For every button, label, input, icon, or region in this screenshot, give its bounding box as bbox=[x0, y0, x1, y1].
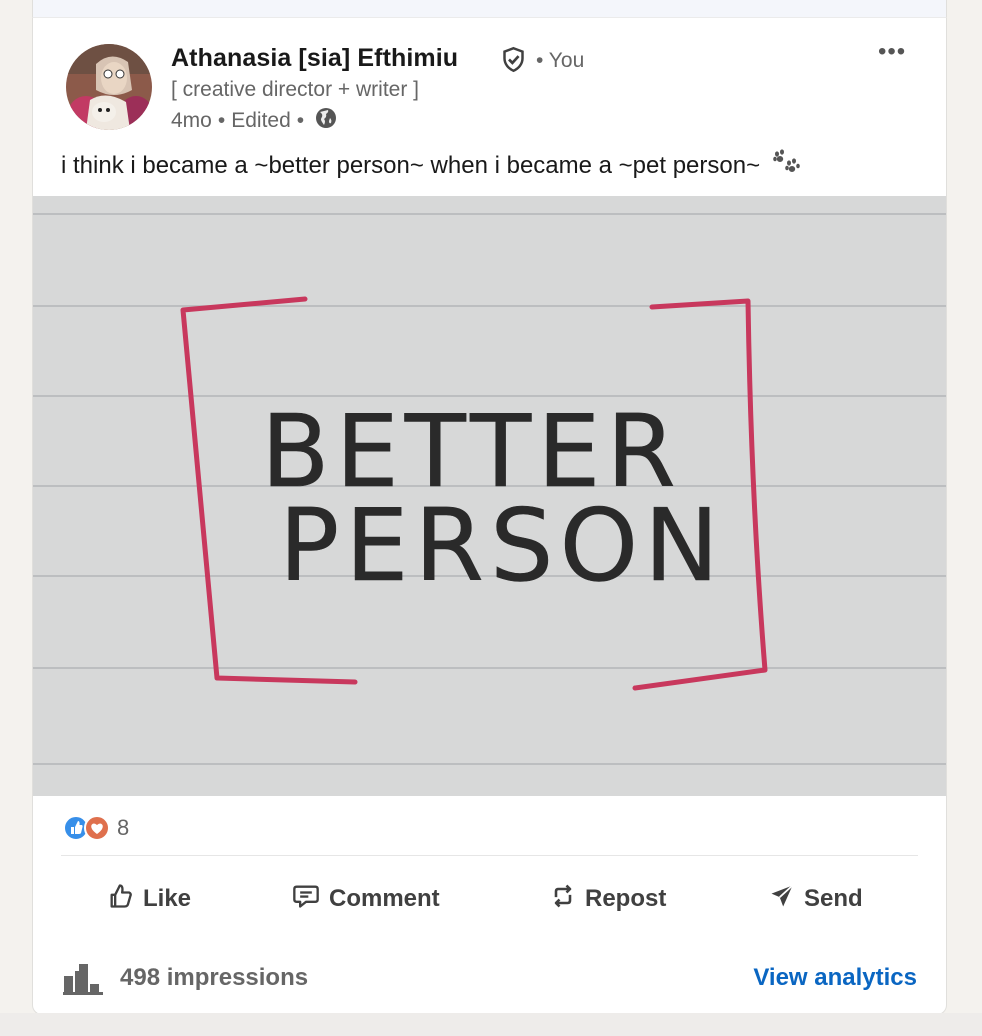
impressions-count: 498 impressions bbox=[120, 964, 309, 991]
comment-label: Comment bbox=[329, 885, 440, 912]
post-image[interactable]: BETTER PERSON bbox=[33, 196, 946, 796]
reaction-count: 8 bbox=[117, 815, 130, 840]
paw-prints-icon bbox=[771, 149, 801, 182]
globe-icon bbox=[314, 106, 338, 136]
like-button[interactable]: Like bbox=[107, 870, 191, 928]
reactions-summary[interactable]: 8 bbox=[63, 815, 129, 841]
repost-icon bbox=[549, 882, 577, 917]
repost-button[interactable]: Repost bbox=[549, 870, 666, 928]
you-label: • You bbox=[536, 49, 585, 72]
send-arrow-icon bbox=[768, 882, 796, 917]
author-headline: [ creative director + writer ] bbox=[171, 78, 419, 101]
meta-separator: • bbox=[296, 109, 305, 132]
meta-separator: • bbox=[217, 109, 226, 132]
thumbs-up-icon bbox=[107, 882, 135, 917]
author-name[interactable]: Athanasia [sia] Efthimiu bbox=[171, 44, 458, 73]
view-analytics-link[interactable]: View analytics bbox=[753, 964, 917, 992]
send-button[interactable]: Send bbox=[768, 870, 863, 928]
previous-card-edge bbox=[32, 0, 947, 17]
action-bar: Like Comment Repost Send bbox=[33, 870, 946, 928]
like-label: Like bbox=[143, 885, 192, 912]
more-options-button[interactable]: ••• bbox=[878, 38, 906, 66]
comment-button[interactable]: Comment bbox=[291, 870, 440, 928]
analytics-bar-chart-icon bbox=[63, 962, 103, 1001]
post-time: 4mo bbox=[171, 109, 212, 132]
verified-shield-icon bbox=[500, 46, 527, 78]
handwritten-text: BETTER PERSON bbox=[261, 393, 725, 605]
post-text-content: i think i became a ~better person~ when … bbox=[61, 152, 761, 179]
comment-bubble-icon bbox=[291, 882, 321, 917]
send-label: Send bbox=[804, 885, 863, 912]
svg-text:PERSON: PERSON bbox=[279, 487, 725, 604]
repost-label: Repost bbox=[585, 885, 667, 912]
post-text: i think i became a ~better person~ when … bbox=[61, 149, 801, 182]
post-meta: 4mo • Edited • bbox=[171, 106, 338, 136]
like-love-reaction-icon bbox=[63, 815, 110, 841]
feed-post: Athanasia [sia] Efthimiu • You [ creativ… bbox=[32, 17, 947, 1015]
edited-label: Edited bbox=[231, 109, 291, 132]
page-background bbox=[0, 1013, 982, 1036]
divider bbox=[61, 855, 918, 856]
avatar[interactable] bbox=[66, 44, 152, 130]
